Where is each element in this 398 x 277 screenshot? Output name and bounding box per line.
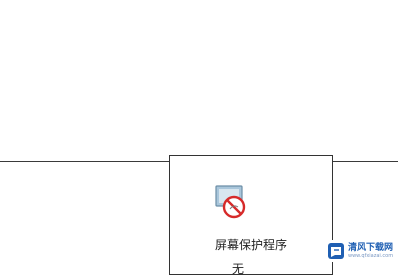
watermark-url: www.qfxiazai.com xyxy=(348,253,394,259)
watermark-text: 清风下载网 xyxy=(348,243,394,253)
site-watermark: 清风下载网 www.qfxiazai.com xyxy=(325,240,398,262)
screensaver-label: 屏幕保护程序 xyxy=(214,238,287,252)
screensaver-value: 无 xyxy=(232,262,245,276)
watermark-logo-icon xyxy=(328,243,344,259)
screensaver-disabled-icon xyxy=(215,185,246,219)
screensaver-settings-item[interactable]: 屏幕保护程序 无 xyxy=(169,155,333,276)
content-area-top xyxy=(0,0,398,161)
